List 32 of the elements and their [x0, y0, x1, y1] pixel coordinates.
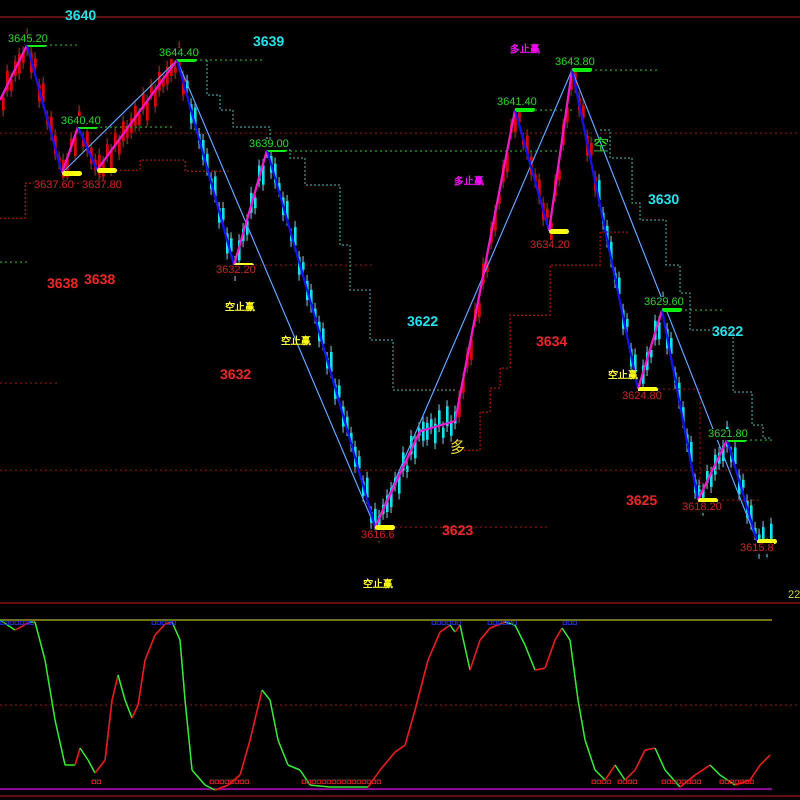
price-label: 3629.60	[644, 297, 684, 308]
price-label: 3634.20	[530, 240, 570, 251]
price-label: 3616.6	[361, 530, 395, 541]
signal-label: 空止赢	[225, 303, 255, 313]
level-label: 3623	[442, 523, 474, 537]
signal-label: 空止赢	[363, 580, 393, 590]
level-label: 3630	[648, 192, 680, 206]
price-label: 3618.20	[682, 502, 722, 513]
signal-label: 多止赢	[510, 45, 540, 55]
signal-glyph: 多	[450, 440, 466, 456]
level-label: 3622	[407, 314, 438, 328]
level-label: 3638	[47, 276, 78, 290]
level-label: 3632	[220, 367, 252, 381]
price-label: 3641.40	[497, 97, 537, 108]
price-label: 3637.60	[34, 180, 74, 191]
signal-label: 多止赢	[454, 177, 484, 187]
price-label: 3637.80	[82, 180, 122, 191]
axis-label: 22	[788, 590, 800, 601]
price-label: 3644.40	[159, 48, 199, 59]
price-label: 3639.00	[249, 139, 289, 150]
level-label: 3622	[712, 324, 744, 338]
level-label: 3638	[84, 272, 116, 286]
level-label: 3639	[253, 34, 284, 48]
level-label: 3634	[536, 334, 568, 348]
price-label: 3621.80	[708, 429, 748, 440]
price-label: 3624.80	[622, 391, 662, 402]
price-label: 3643.80	[555, 57, 595, 68]
price-label: 3645.20	[8, 34, 48, 45]
level-label: 3625	[626, 493, 658, 507]
price-label: 3640.40	[61, 116, 101, 127]
price-label: 3632.20	[216, 265, 256, 276]
price-label: 3615.8	[740, 543, 774, 554]
